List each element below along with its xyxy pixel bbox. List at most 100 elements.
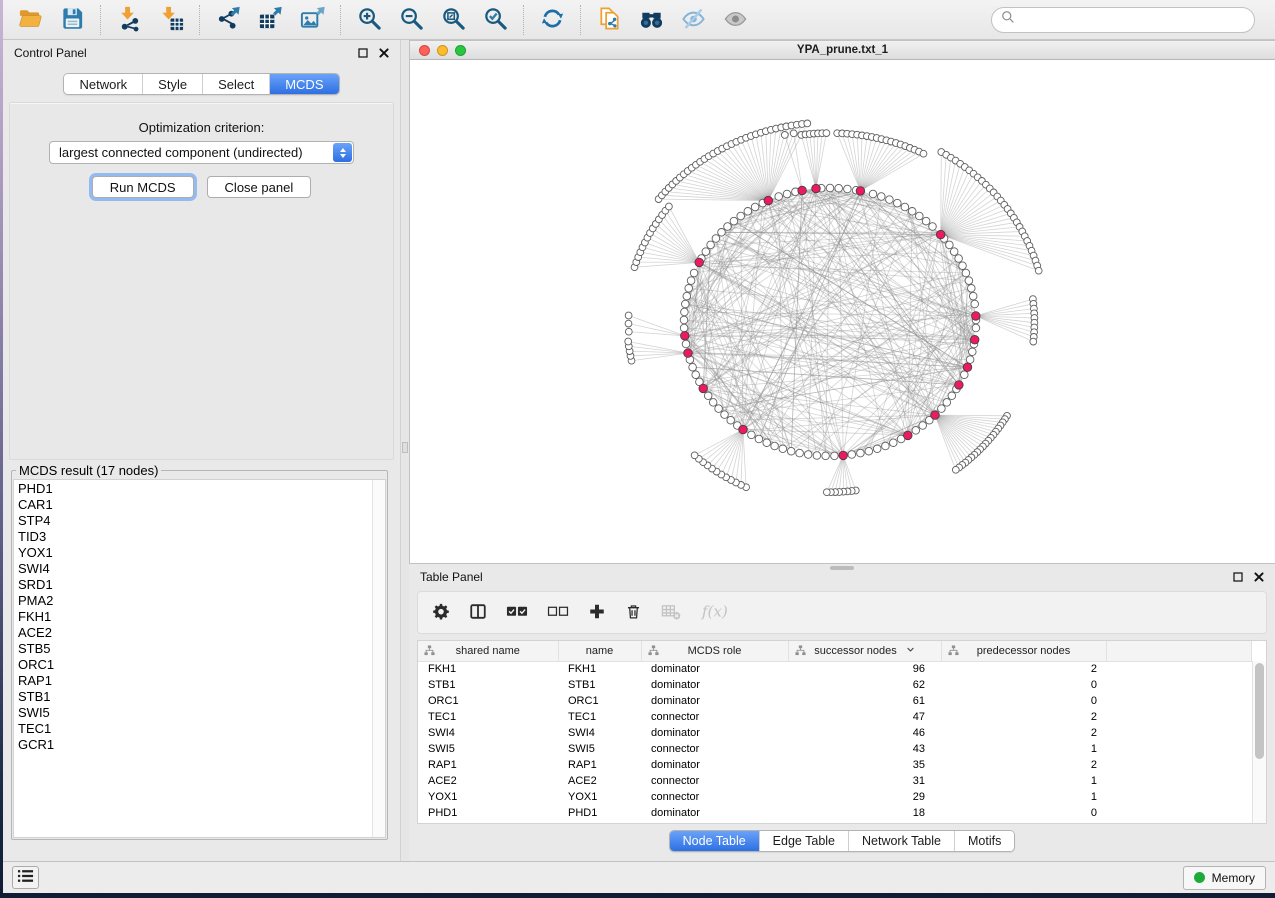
new-network-from-selection-button[interactable] xyxy=(588,3,630,37)
network-node-dominator[interactable] xyxy=(695,258,704,267)
network-node[interactable] xyxy=(775,193,783,201)
cell-name[interactable]: ORC1 xyxy=(558,693,641,709)
network-node[interactable] xyxy=(972,324,980,332)
network-node[interactable] xyxy=(683,292,691,300)
network-node-dominator[interactable] xyxy=(739,425,748,434)
cell-successor-nodes[interactable]: 61 xyxy=(788,693,941,709)
network-node[interactable] xyxy=(1030,338,1037,345)
network-node[interactable] xyxy=(796,449,804,457)
run-mcds-button[interactable]: Run MCDS xyxy=(92,176,194,198)
network-node-dominator[interactable] xyxy=(839,451,848,460)
network-node-dominator[interactable] xyxy=(955,381,964,390)
tab-select[interactable]: Select xyxy=(202,74,269,94)
hide-selected-button[interactable] xyxy=(672,3,714,37)
column-header-successor-nodes[interactable]: successor nodes xyxy=(788,641,941,661)
cell-name[interactable]: FKH1 xyxy=(558,661,641,677)
network-node[interactable] xyxy=(687,277,695,285)
network-node[interactable] xyxy=(946,241,954,249)
search-input[interactable] xyxy=(1021,11,1245,28)
zoom-in-button[interactable] xyxy=(348,3,390,37)
network-node[interactable] xyxy=(730,217,738,225)
cell-name[interactable]: YOX1 xyxy=(558,789,641,805)
network-node-dominator[interactable] xyxy=(931,411,940,420)
mcds-result-item[interactable]: TID3 xyxy=(18,529,372,545)
close-panel-icon[interactable] xyxy=(379,48,389,58)
table-row[interactable]: TEC1TEC1connector472 xyxy=(418,709,1252,725)
create-column-button[interactable] xyxy=(588,602,606,624)
close-panel-button[interactable]: Close panel xyxy=(207,176,312,198)
cell-MCDS-role[interactable]: dominator xyxy=(641,725,788,741)
cell-MCDS-role[interactable]: connector xyxy=(641,741,788,757)
tab-style[interactable]: Style xyxy=(142,74,202,94)
network-node[interactable] xyxy=(724,223,732,231)
optimization-criterion-select[interactable]: largest connected component (undirected) xyxy=(49,141,354,164)
network-node[interactable] xyxy=(727,416,735,424)
cell-successor-nodes[interactable]: 29 xyxy=(788,789,941,805)
mcds-result-item[interactable]: RAP1 xyxy=(18,673,372,689)
network-node[interactable] xyxy=(894,199,902,207)
network-node-dominator[interactable] xyxy=(970,335,979,344)
network-node[interactable] xyxy=(831,452,839,460)
network-node[interactable] xyxy=(968,285,976,293)
network-node[interactable] xyxy=(702,248,710,256)
network-node-dominator[interactable] xyxy=(936,230,945,239)
cell-name[interactable]: STB1 xyxy=(558,677,641,693)
mcds-result-item[interactable]: TEC1 xyxy=(18,721,372,737)
memory-button[interactable]: Memory xyxy=(1183,866,1266,890)
network-node-dominator[interactable] xyxy=(812,184,821,193)
vertical-splitter[interactable] xyxy=(400,40,409,861)
network-node[interactable] xyxy=(763,439,771,447)
network-node[interactable] xyxy=(718,229,726,237)
network-node[interactable] xyxy=(929,223,937,231)
network-node-dominator[interactable] xyxy=(856,187,865,196)
mcds-result-item[interactable]: SRD1 xyxy=(18,577,372,593)
network-node[interactable] xyxy=(755,435,763,443)
network-node[interactable] xyxy=(844,185,852,193)
network-node[interactable] xyxy=(715,405,723,413)
network-node[interactable] xyxy=(1035,267,1042,274)
mcds-result-item[interactable]: ORC1 xyxy=(18,657,372,673)
cell-predecessor-nodes[interactable]: 2 xyxy=(941,757,1106,773)
table-row[interactable]: YOX1YOX1connector291 xyxy=(418,789,1252,805)
network-node[interactable] xyxy=(680,316,688,324)
network-node[interactable] xyxy=(712,235,720,243)
network-node[interactable] xyxy=(748,431,756,439)
network-node[interactable] xyxy=(952,466,959,473)
network-node[interactable] xyxy=(943,399,951,407)
network-node[interactable] xyxy=(966,356,974,364)
network-graph-canvas[interactable] xyxy=(410,60,1275,563)
network-node[interactable] xyxy=(955,255,963,263)
splitter-handle[interactable] xyxy=(402,442,408,453)
column-header-predecessor-nodes[interactable]: predecessor nodes xyxy=(941,641,1106,661)
cell-shared-name[interactable]: FKH1 xyxy=(418,661,558,677)
float-table-panel-icon[interactable] xyxy=(1233,572,1243,582)
network-node[interactable] xyxy=(857,449,865,457)
network-node[interactable] xyxy=(771,442,779,450)
mcds-result-item[interactable]: GCR1 xyxy=(18,737,372,753)
cell-predecessor-nodes[interactable]: 0 xyxy=(941,693,1106,709)
network-node[interactable] xyxy=(682,340,690,348)
mcds-result-item[interactable]: ACE2 xyxy=(18,625,372,641)
network-node[interactable] xyxy=(971,300,979,308)
network-node[interactable] xyxy=(919,422,927,430)
network-node[interactable] xyxy=(685,285,693,293)
network-node[interactable] xyxy=(804,451,812,459)
import-table-button[interactable] xyxy=(150,3,192,37)
table-row[interactable]: RAP1RAP1dominator352 xyxy=(418,757,1252,773)
table-row[interactable]: SWI4SWI4dominator462 xyxy=(418,725,1252,741)
cell-predecessor-nodes[interactable]: 1 xyxy=(941,789,1106,805)
network-node[interactable] xyxy=(737,212,745,220)
network-node[interactable] xyxy=(922,217,930,225)
network-node-dominator[interactable] xyxy=(963,363,972,372)
tab-mcds[interactable]: MCDS xyxy=(269,74,338,94)
show-column-panel-button[interactable] xyxy=(469,602,487,624)
network-node[interactable] xyxy=(690,269,698,277)
network-node[interactable] xyxy=(938,405,946,413)
network-node[interactable] xyxy=(787,447,795,455)
network-node[interactable] xyxy=(707,241,715,249)
network-node[interactable] xyxy=(869,190,877,198)
network-node[interactable] xyxy=(680,324,688,332)
network-node[interactable] xyxy=(965,277,973,285)
table-settings-button[interactable] xyxy=(432,602,450,624)
network-node[interactable] xyxy=(886,196,894,204)
